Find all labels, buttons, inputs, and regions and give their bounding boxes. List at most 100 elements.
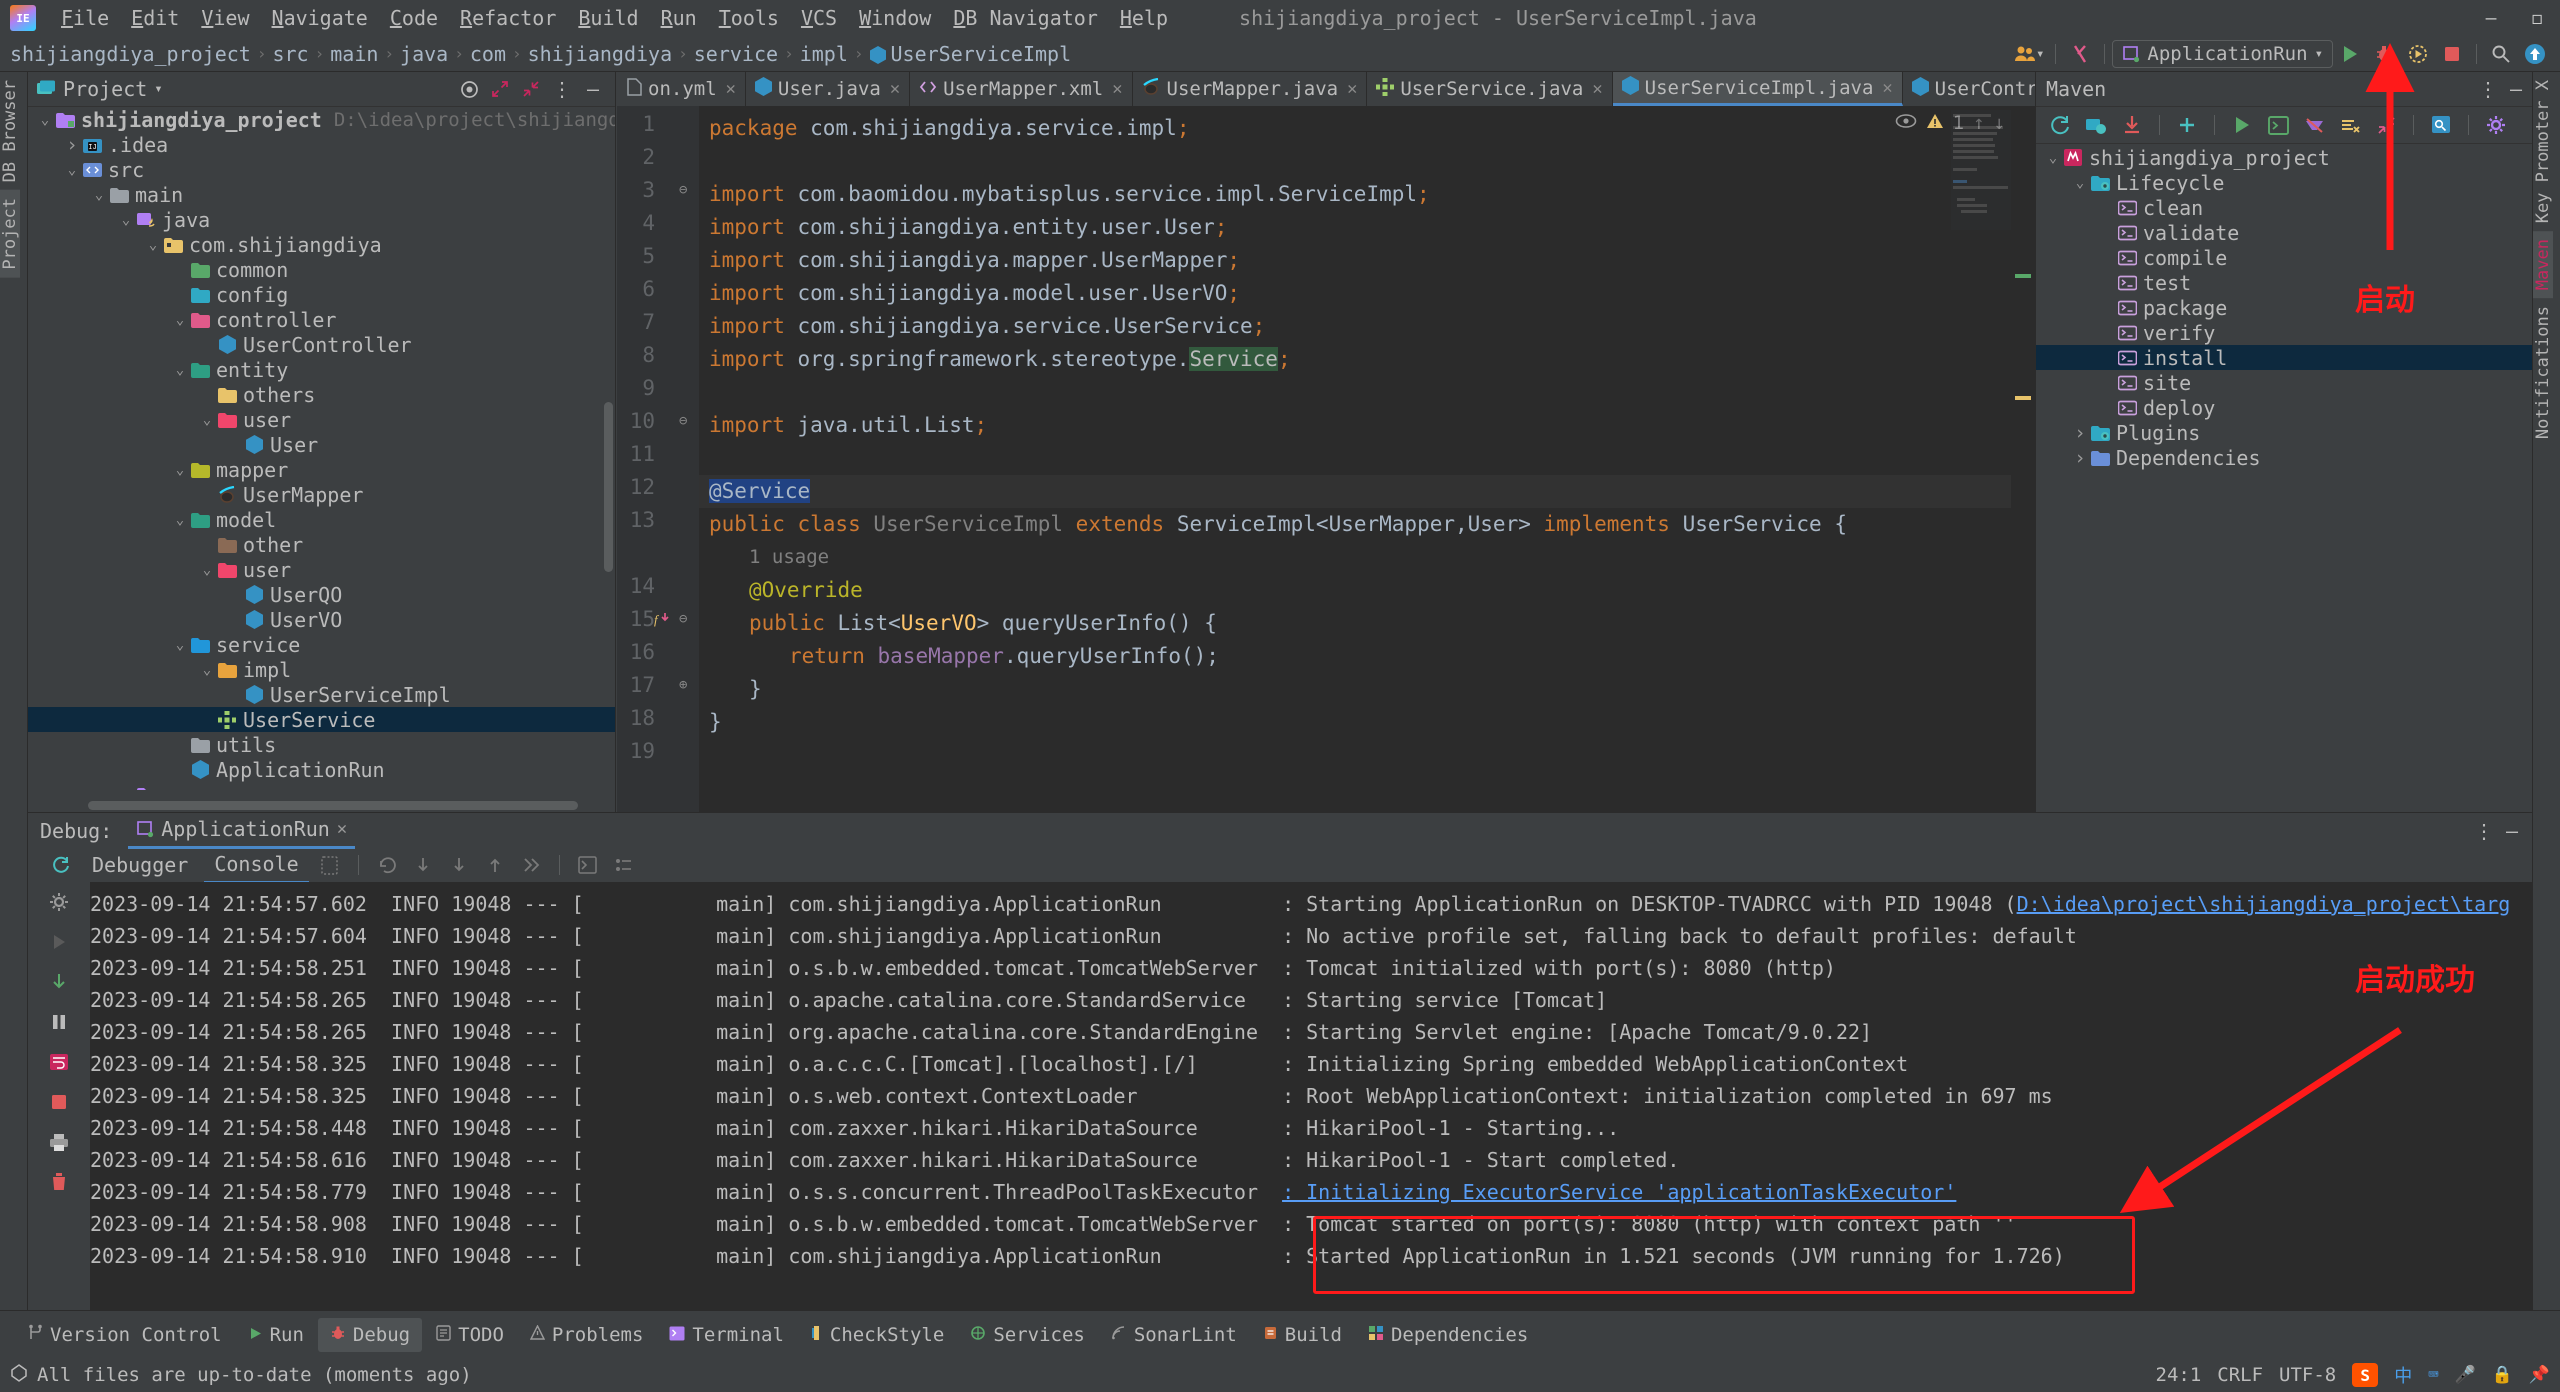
bottom-bar-checkstyle[interactable]: CheckStyle [798,1318,956,1352]
chevron-down-icon[interactable]: ⌄ [198,662,216,678]
chevron-down-icon[interactable]: ⌄ [171,462,189,478]
chevron-down-icon[interactable]: ⌄ [117,787,135,791]
resume-icon[interactable] [372,852,402,878]
breadcrumb-item-shijiangdiya[interactable]: shijiangdiya [528,42,673,66]
editor-tab-usermapper-xml[interactable]: UserMapper.xml ✕ [910,72,1133,106]
skip-tests-icon[interactable] [2334,111,2366,139]
menu-item-code[interactable]: Code [379,2,449,34]
maven-tree-node-clean[interactable]: clean [2036,195,2532,220]
breadcrumb-item-impl[interactable]: impl [800,42,848,66]
maven-tree-node-test[interactable]: test [2036,270,2532,295]
breadcrumb-item-shijiangdiya-project[interactable]: shijiangdiya_project [10,42,251,66]
breadcrumb-item-com[interactable]: com [470,42,506,66]
tab-close-icon[interactable]: ✕ [1112,79,1122,99]
console-log-line[interactable]: 2023-09-14 21:54:58.265 INFO 19048 --- [… [90,984,2532,1016]
eye-icon[interactable] [1895,112,1917,134]
debug-session-tab[interactable]: ApplicationRun ✕ [128,813,356,849]
rail-db-browser[interactable]: DB Browser [0,72,20,190]
project-tree-node-impl[interactable]: ⌄ impl [28,657,615,682]
editor-tab-usercontroller-java[interactable]: UserController.java✕ [1903,72,2035,106]
console-icon[interactable] [573,852,603,878]
chevron-down-icon[interactable]: ⌄ [198,562,216,578]
menu-item-run[interactable]: Run [650,2,708,34]
code-line-17[interactable]: } [749,673,762,706]
maven-tree-node-install[interactable]: install [2036,345,2532,370]
console-log-line[interactable]: 2023-09-14 21:54:58.616 INFO 19048 --- [… [90,1144,2532,1176]
close-icon[interactable]: ✕ [337,819,347,839]
chevron-down-icon[interactable]: ⌄ [90,187,108,203]
editor-minimap[interactable] [1951,110,2011,230]
project-tree-node-user[interactable]: ⌄ user [28,557,615,582]
updates-icon[interactable] [2518,39,2552,69]
menu-item-window[interactable]: Window [848,2,942,34]
code-line-3[interactable]: import com.baomidou.mybatisplus.service.… [709,178,1430,211]
bottom-bar-build[interactable]: Build [1251,1318,1354,1352]
bottom-bar-problems[interactable]: Problems [518,1318,656,1352]
project-tree-hscrollbar[interactable] [88,801,578,810]
menu-item-edit[interactable]: Edit [120,2,190,34]
reload-icon[interactable] [2044,111,2076,139]
project-tree-node-main[interactable]: ⌄ main [28,182,615,207]
maven-tree-node-plugins[interactable]: › Plugins [2036,420,2532,445]
ime-icon[interactable]: S [2352,1363,2379,1387]
tab-close-icon[interactable]: ✕ [1882,78,1892,98]
step-over-icon[interactable] [408,852,438,878]
maven-tree-node-deploy[interactable]: deploy [2036,395,2532,420]
filter-icon[interactable] [609,852,639,878]
project-tree-node-userserviceimpl[interactable]: UserServiceImpl [28,682,615,707]
menu-item-help[interactable]: Help [1109,2,1179,34]
fold-expand-icon[interactable]: ⊕ [679,677,687,693]
code-line-18[interactable]: } [709,706,722,739]
line-separator[interactable]: CRLF [2217,1364,2263,1386]
fold-collapse-icon[interactable]: ⊖ [679,413,687,429]
project-tree-node-userservice[interactable]: UserService [28,707,615,732]
maven-tree-node-validate[interactable]: validate [2036,220,2532,245]
options-icon[interactable]: ⋮ [548,76,576,102]
ime-lang-icon[interactable]: 中 [2394,1362,2412,1388]
project-tree-node-usercontroller[interactable]: UserController [28,332,615,357]
bottom-bar-version-control[interactable]: Version Control [14,1318,234,1352]
hide-panel-icon[interactable]: — [2506,819,2518,843]
pin-icon[interactable]: 📌 [2529,1365,2550,1385]
editor-gutter[interactable]: 1 2 3 ⊖ 4 5 6 7 8 9 10 ⊖ 11 12 13 14 15 ⊖ f 16 17 ⊕ 18 19 [617,106,699,812]
lock-icon[interactable]: 🔒 [2492,1365,2513,1385]
breadcrumb-item-src[interactable]: src [272,42,308,66]
bottom-bar-dependencies[interactable]: Dependencies [1356,1318,1540,1352]
download-sources-icon[interactable] [2116,111,2148,139]
bottom-bar-services[interactable]: Services [958,1318,1097,1352]
debug-icon[interactable] [2367,39,2401,69]
code-line-16[interactable]: return baseMapper.queryUserInfo(); [789,640,1219,673]
project-tree-node-common[interactable]: common [28,257,615,282]
code-line-13[interactable]: public class UserServiceImpl extends Ser… [709,508,1847,541]
maven-tree-node-verify[interactable]: verify [2036,320,2532,345]
run-maven-icon[interactable] [2226,111,2258,139]
run-icon[interactable] [2333,39,2367,69]
rail-key-promoter[interactable]: Key Promoter X [2533,72,2553,231]
project-tree-node-usermapper[interactable]: UserMapper [28,482,615,507]
menu-item-db-navigator[interactable]: DB Navigator [942,2,1109,34]
console-log-line[interactable]: 2023-09-14 21:54:58.910 INFO 19048 --- [… [90,1240,2532,1272]
project-tree-node-uservo[interactable]: UserVO [28,607,615,632]
tab-close-icon[interactable]: ✕ [890,79,900,99]
mic-icon[interactable]: 🎤 [2454,1365,2475,1385]
chevron-down-icon[interactable]: ⌄ [171,312,189,328]
editor-tab-userserviceimpl-java[interactable]: UserServiceImpl.java ✕ [1612,72,1903,106]
minimize-button[interactable]: — [2468,0,2514,36]
menu-item-file[interactable]: File [50,2,120,34]
maven-tree-node-package[interactable]: package [2036,295,2532,320]
add-module-icon[interactable] [2080,111,2112,139]
fold-collapse-icon[interactable]: ⊖ [679,611,687,627]
inlay-hint-usage[interactable]: 1 usage [749,541,829,574]
caret-position[interactable]: 24:1 [2156,1364,2202,1386]
terminal-icon[interactable] [2262,111,2294,139]
run-to-cursor-icon[interactable] [516,852,546,878]
pause-icon[interactable] [28,1002,90,1042]
bottom-bar-terminal[interactable]: Terminal [657,1318,796,1352]
project-tree-node-config[interactable]: config [28,282,615,307]
project-tree-node-other[interactable]: other [28,532,615,557]
settings-gear-icon[interactable] [28,882,90,922]
keyboard-icon[interactable]: ⌨ [2428,1365,2438,1385]
scroll-to-end-icon[interactable] [28,962,90,1002]
options-icon[interactable]: ⋮ [2478,77,2498,101]
resume-program-icon[interactable] [28,922,90,962]
